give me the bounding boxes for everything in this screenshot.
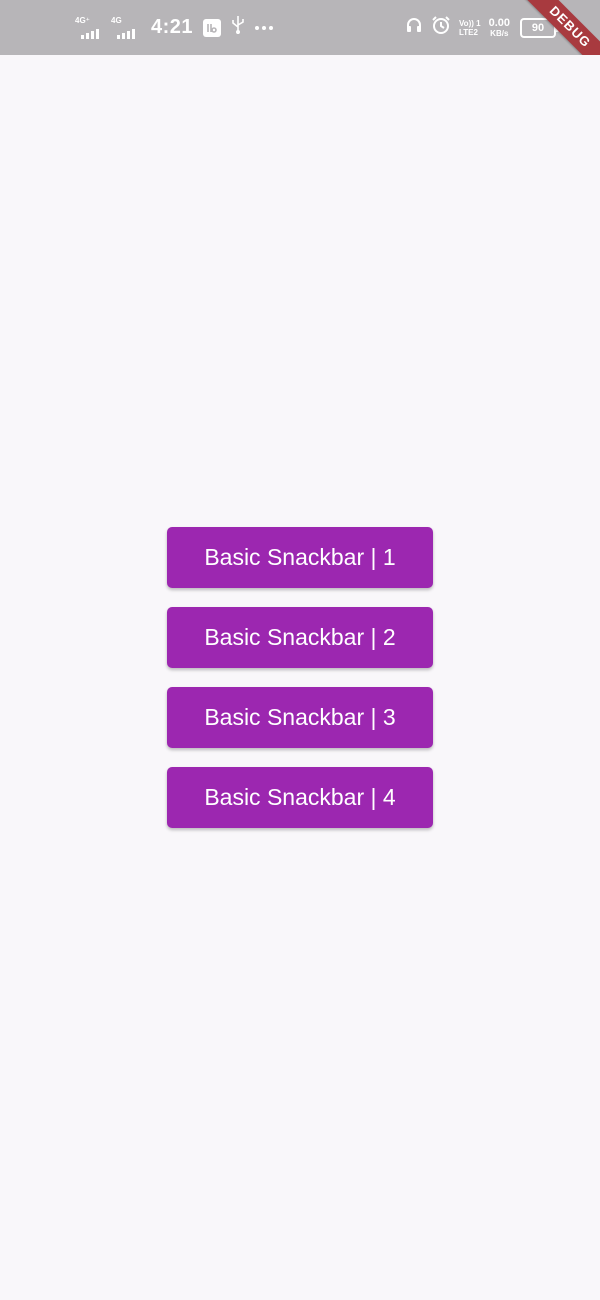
basic-snackbar-4-button[interactable]: Basic Snackbar | 4 — [167, 767, 433, 828]
network-speed: 0.00 KB/s — [488, 16, 510, 38]
speed-unit: KB/s — [490, 28, 509, 38]
basic-snackbar-3-button[interactable]: Basic Snackbar | 3 — [167, 687, 433, 748]
battery-level: 90 — [531, 21, 545, 34]
status-bar: 4G⁺ 4G 4:21 Vo)) 1 LTE2 0.00 KB/s 90 DEB… — [0, 0, 600, 55]
network-type-1: 4G⁺ — [75, 15, 90, 25]
snackbar-button-group: Basic Snackbar | 1 Basic Snackbar | 2 Ba… — [167, 527, 433, 847]
signal-icon: 4G — [111, 15, 141, 41]
usb-icon — [231, 15, 245, 40]
headphones-icon — [405, 16, 423, 39]
status-time: 4:21 — [151, 16, 194, 38]
signal-icon: 4G⁺ — [75, 15, 105, 41]
basic-snackbar-1-button[interactable]: Basic Snackbar | 1 — [167, 527, 433, 588]
more-icon — [255, 25, 276, 30]
status-bar-left: 4G⁺ 4G 4:21 — [75, 0, 276, 55]
network-type-2: 4G — [111, 15, 122, 25]
speed-value: 0.00 — [488, 16, 510, 29]
basic-snackbar-2-button[interactable]: Basic Snackbar | 2 — [167, 607, 433, 668]
volte-indicator: Vo)) 1 LTE2 — [459, 19, 481, 37]
app-notification-icon — [203, 18, 222, 37]
volte-top: Vo)) 1 — [458, 18, 481, 28]
alarm-icon — [431, 15, 451, 40]
volte-bottom: LTE2 — [458, 27, 478, 37]
